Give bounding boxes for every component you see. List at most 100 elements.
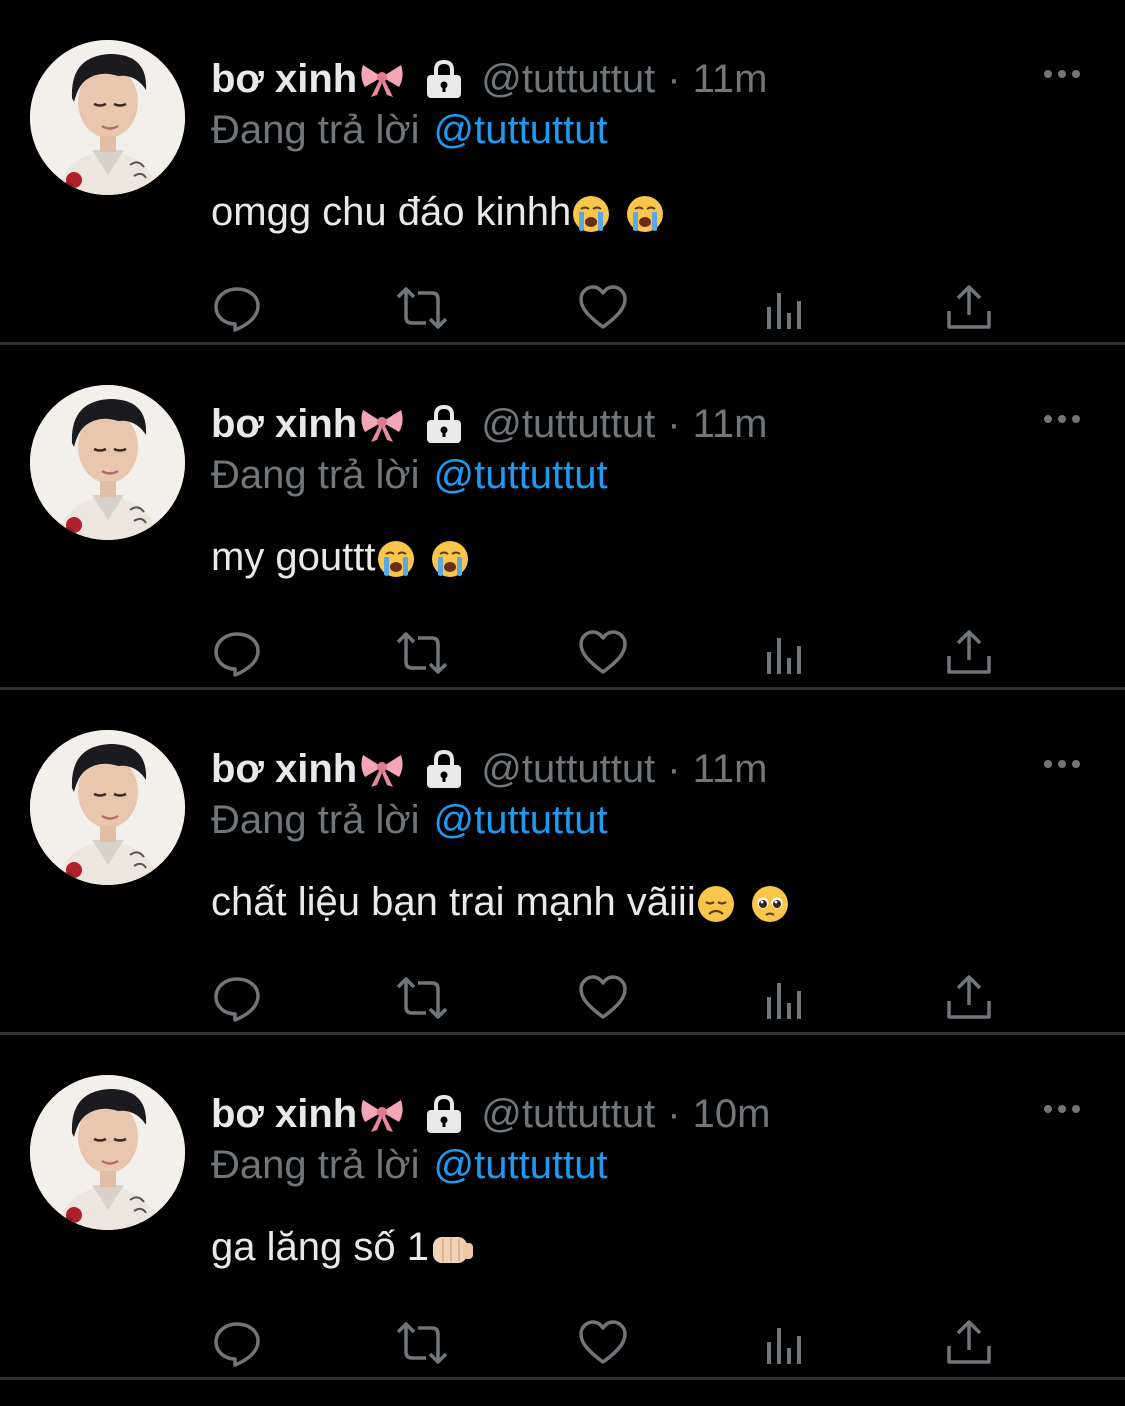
display-name[interactable]: bơ xinh <box>211 402 357 447</box>
like-icon[interactable] <box>578 283 628 333</box>
reply-icon[interactable] <box>212 283 262 333</box>
separator: · <box>667 1091 681 1136</box>
tweet-divider <box>0 1377 1125 1380</box>
reply-handle-link[interactable]: @tuttuttut <box>434 1143 608 1187</box>
tweet-1[interactable]: bơ xinh @tuttuttut · 11m Đang trả lời @t… <box>0 0 1125 345</box>
more-horizontal-icon[interactable] <box>1040 405 1084 433</box>
tweet-emojis <box>376 535 470 580</box>
tweet-text: ga lăng số 1 <box>211 1225 475 1270</box>
share-icon[interactable] <box>944 283 994 333</box>
handle[interactable]: @tuttuttut <box>481 1092 655 1137</box>
tweet-header: bơ xinh @tuttuttut · <box>211 397 767 451</box>
tweet-emojis <box>696 880 790 925</box>
display-name[interactable]: bơ xinh <box>211 57 357 102</box>
reply-icon[interactable] <box>212 973 262 1023</box>
avatar[interactable] <box>30 730 185 885</box>
replying-to: Đang trả lời @tuttuttut <box>211 453 608 498</box>
lock-icon <box>423 1093 465 1135</box>
tweet-header: bơ xinh @tuttuttut · <box>211 52 767 106</box>
reply-icon[interactable] <box>212 1318 262 1368</box>
loudly-crying-face-icon <box>430 539 470 579</box>
views-icon[interactable] <box>762 973 812 1023</box>
handle[interactable]: @tuttuttut <box>481 402 655 447</box>
timestamp[interactable]: 11m <box>693 402 768 447</box>
avatar[interactable] <box>30 1075 185 1230</box>
reply-handle-link[interactable]: @tuttuttut <box>434 798 608 842</box>
handle[interactable]: @tuttuttut <box>481 747 655 792</box>
action-bar <box>0 973 1125 1023</box>
action-bar <box>0 283 1125 333</box>
like-icon[interactable] <box>578 973 628 1023</box>
retweet-icon[interactable] <box>394 1318 448 1368</box>
tweet-3[interactable]: bơ xinh @tuttuttut · 11m Đang trả lời @t… <box>0 690 1125 1035</box>
views-icon[interactable] <box>762 283 812 333</box>
avatar-photo <box>30 40 185 195</box>
avatar-photo <box>30 385 185 540</box>
like-icon[interactable] <box>578 628 628 678</box>
tweet-text-content: my gouttt <box>211 535 376 579</box>
lock-icon <box>423 58 465 100</box>
tweet-header: bơ xinh @tuttuttut · <box>211 742 767 796</box>
separator: · <box>667 746 681 791</box>
loudly-crying-face-icon <box>571 194 611 234</box>
tweet-text-content: chất liệu bạn trai mạnh vãiii <box>211 880 696 924</box>
ribbon-icon <box>359 749 405 789</box>
share-icon[interactable] <box>944 628 994 678</box>
retweet-icon[interactable] <box>394 283 448 333</box>
avatar-photo <box>30 1075 185 1230</box>
avatar-photo <box>30 730 185 885</box>
replying-to-label: Đang trả lời <box>211 453 420 497</box>
ribbon-icon <box>359 59 405 99</box>
replying-to: Đang trả lời @tuttuttut <box>211 108 608 153</box>
ribbon-icon <box>359 1094 405 1134</box>
replying-to: Đang trả lời @tuttuttut <box>211 1143 608 1188</box>
views-icon[interactable] <box>762 628 812 678</box>
timestamp[interactable]: 10m <box>693 1092 771 1137</box>
action-bar <box>0 628 1125 678</box>
avatar[interactable] <box>30 40 185 195</box>
separator: · <box>667 56 681 101</box>
tweet-header: bơ xinh @tuttuttut · <box>211 1087 770 1141</box>
tweet-text-content: ga lăng số 1 <box>211 1225 429 1269</box>
reply-handle-link[interactable]: @tuttuttut <box>434 108 608 152</box>
ribbon-icon <box>359 404 405 444</box>
retweet-icon[interactable] <box>394 973 448 1023</box>
tweet-text: omgg chu đáo kinhh <box>211 190 665 235</box>
more-horizontal-icon[interactable] <box>1040 1095 1084 1123</box>
retweet-icon[interactable] <box>394 628 448 678</box>
loudly-crying-face-icon <box>625 194 665 234</box>
views-icon[interactable] <box>762 1318 812 1368</box>
more-horizontal-icon[interactable] <box>1040 750 1084 778</box>
tweet-text-content: omgg chu đáo kinhh <box>211 190 572 234</box>
tweet-text: chất liệu bạn trai mạnh vãiii <box>211 880 790 925</box>
lock-icon <box>423 403 465 445</box>
oncoming-fist-icon <box>429 1229 475 1269</box>
pleading-face-icon <box>750 884 790 924</box>
share-icon[interactable] <box>944 973 994 1023</box>
like-icon[interactable] <box>578 1318 628 1368</box>
display-name[interactable]: bơ xinh <box>211 747 357 792</box>
timestamp[interactable]: 11m <box>693 747 768 792</box>
loudly-crying-face-icon <box>376 539 416 579</box>
separator: · <box>667 401 681 446</box>
tweet-2[interactable]: bơ xinh @tuttuttut · 11m Đang trả lời @t… <box>0 345 1125 690</box>
replying-to: Đang trả lời @tuttuttut <box>211 798 608 843</box>
tweet-text: my gouttt <box>211 535 470 580</box>
replying-to-label: Đang trả lời <box>211 1143 420 1187</box>
avatar[interactable] <box>30 385 185 540</box>
replying-to-label: Đang trả lời <box>211 798 420 842</box>
tweet-4[interactable]: bơ xinh @tuttuttut · 10m Đang trả lời @t… <box>0 1035 1125 1380</box>
action-bar <box>0 1318 1125 1368</box>
disappointed-face-icon <box>696 884 736 924</box>
replying-to-label: Đang trả lời <box>211 108 420 152</box>
tweet-emojis <box>429 1225 475 1270</box>
more-horizontal-icon[interactable] <box>1040 60 1084 88</box>
tweet-emojis <box>571 190 665 235</box>
timestamp[interactable]: 11m <box>693 57 768 102</box>
reply-icon[interactable] <box>212 628 262 678</box>
display-name[interactable]: bơ xinh <box>211 1092 357 1137</box>
lock-icon <box>423 748 465 790</box>
reply-handle-link[interactable]: @tuttuttut <box>434 453 608 497</box>
handle[interactable]: @tuttuttut <box>481 57 655 102</box>
share-icon[interactable] <box>944 1318 994 1368</box>
